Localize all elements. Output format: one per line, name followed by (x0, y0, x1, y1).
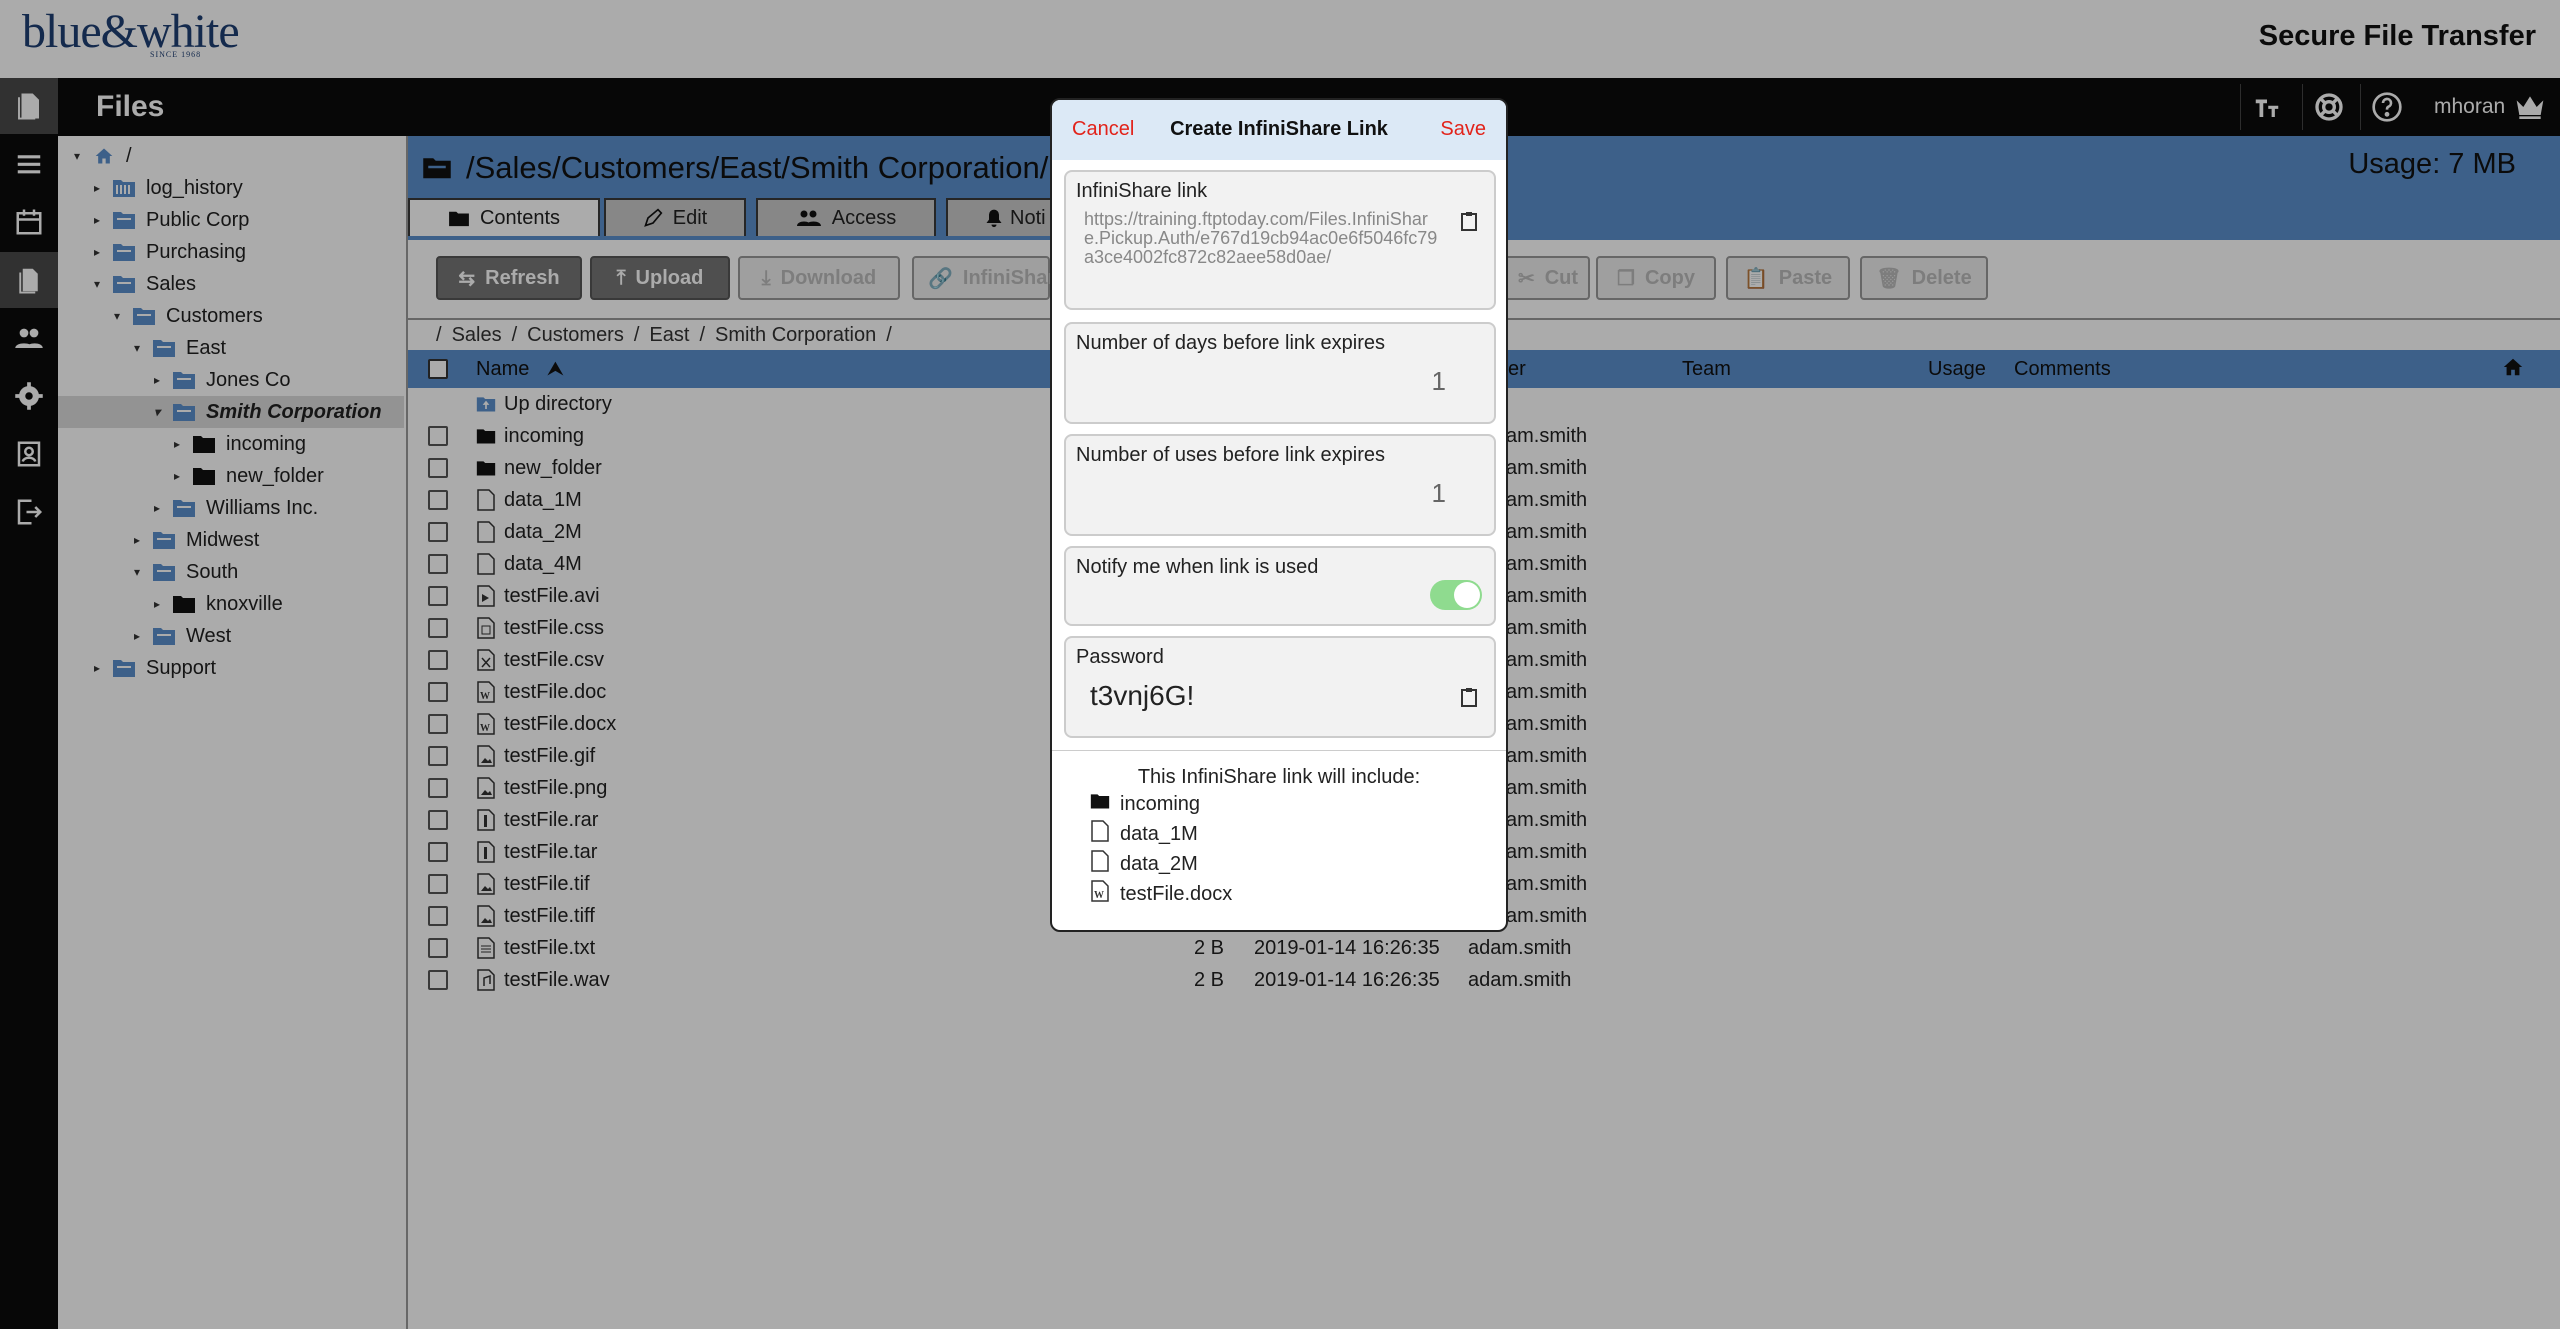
include-item-name: data_1M (1120, 822, 1198, 845)
include-item-name: incoming (1120, 792, 1201, 815)
notify-field: Notify me when link is used (1064, 546, 1496, 626)
uses-expire-value[interactable]: 1 (1432, 478, 1446, 509)
include-item-name: testFile.docx (1120, 882, 1233, 905)
days-expire-field[interactable]: Number of days before link expires 1 (1064, 322, 1496, 424)
days-expire-label: Number of days before link expires (1076, 332, 1386, 354)
infinishare-link-field: InfiniShare link https://training.ftptod… (1064, 170, 1496, 310)
password-label: Password (1076, 646, 1164, 668)
cancel-button[interactable]: Cancel (1072, 118, 1134, 141)
infinishare-link-value[interactable]: https://training.ftptoday.com/Files.Infi… (1084, 210, 1440, 267)
word-file-icon: W (1090, 880, 1120, 908)
include-item: incoming (1090, 790, 1200, 818)
black-folder-icon (1090, 790, 1120, 818)
password-value[interactable]: t3vnj6G! (1090, 680, 1194, 712)
clipboard-icon[interactable] (1460, 210, 1478, 232)
divider (1052, 750, 1506, 751)
dialog-header: Create InfiniShare Link Cancel Save (1052, 100, 1506, 160)
file-icon (1090, 820, 1120, 848)
clipboard-icon[interactable] (1460, 686, 1478, 708)
include-item: WtestFile.docx (1090, 880, 1232, 908)
days-expire-value[interactable]: 1 (1432, 366, 1446, 397)
notify-toggle[interactable] (1430, 580, 1482, 610)
svg-text:W: W (1094, 890, 1104, 901)
include-item: data_2M (1090, 850, 1198, 878)
infinishare-link-label: InfiniShare link (1076, 180, 1208, 202)
notify-label: Notify me when link is used (1076, 556, 1319, 578)
password-field: Password t3vnj6G! (1064, 636, 1496, 738)
include-item: data_1M (1090, 820, 1198, 848)
uses-expire-field[interactable]: Number of uses before link expires 1 (1064, 434, 1496, 536)
uses-expire-label: Number of uses before link expires (1076, 444, 1386, 466)
include-summary: This InfiniShare link will include: (1137, 766, 1421, 788)
file-icon (1090, 850, 1120, 878)
include-item-name: data_2M (1120, 852, 1198, 875)
save-button[interactable]: Save (1440, 118, 1486, 141)
create-infinishare-dialog: Create InfiniShare Link Cancel Save Infi… (1050, 98, 1508, 932)
